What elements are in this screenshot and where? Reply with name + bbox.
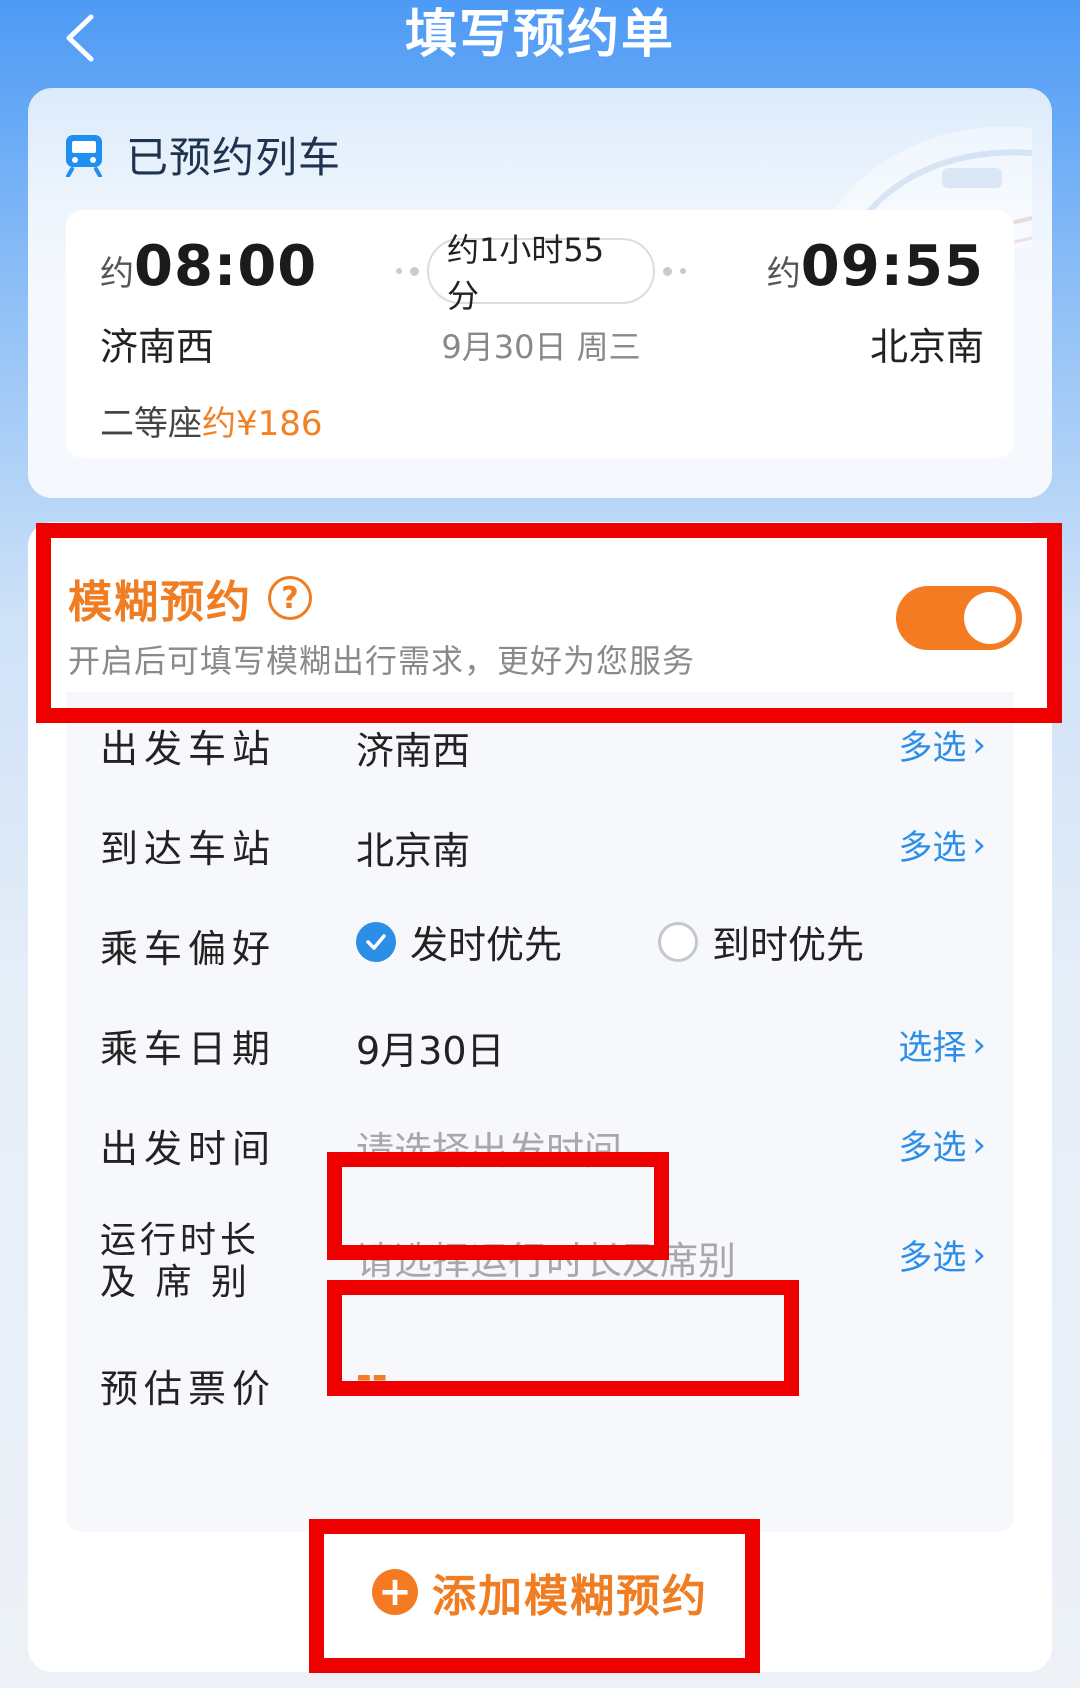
duration-seat-label-line2: 及 席 别 (100, 1262, 251, 1303)
fuzzy-booking-header: 模糊预约 ? 开启后可填写模糊出行需求，更好为您服务 (28, 522, 1052, 692)
seat-price: 二等座约¥186 (100, 396, 323, 445)
multiselect-label: 多选 (898, 828, 967, 868)
departure-station-multiselect[interactable]: 多选 › (898, 720, 986, 769)
chevron-right-icon: › (972, 824, 986, 865)
duration-seat-label: 运行时长及 席 别 (100, 1220, 260, 1304)
page-title: 填写预约单 (404, 5, 675, 65)
arrive-first-radio[interactable]: 到时优先 (658, 914, 864, 969)
departure-station-label: 出发车站 (100, 727, 277, 771)
arrival-station-value: 北京南 (356, 829, 471, 873)
duration-seat-multiselect[interactable]: 多选 › (898, 1230, 986, 1279)
arrival-station-multiselect[interactable]: 多选 › (898, 820, 986, 869)
departure-time-prefix: 约 (100, 254, 134, 294)
booked-train-label: 已预约列车 (126, 133, 342, 182)
depart-time-multiselect[interactable]: 多选 › (898, 1120, 986, 1169)
estimated-price-row: 预估票价 -- (66, 1332, 1014, 1432)
chevron-right-icon: › (972, 1234, 986, 1275)
duration-seat-placeholder[interactable]: 请选择运行时长及席别 (356, 1230, 736, 1285)
depart-first-label: 发时优先 (410, 923, 563, 967)
booked-train-title: 已预约列车 (64, 124, 341, 185)
depart-time-label: 出发时间 (100, 1127, 277, 1171)
fuzzy-booking-title: 模糊预约 ? (68, 566, 312, 630)
dots-right (663, 266, 686, 276)
add-fuzzy-booking-label: 添加模糊预约 (432, 1571, 708, 1622)
dots-left (396, 266, 419, 276)
ticket-price: 约¥186 (202, 404, 323, 444)
duration-seat-row[interactable]: 运行时长及 席 别 请选择运行时长及席别 多选 › (66, 1192, 1014, 1322)
preference-radio-group: 发时优先 到时优先 (356, 914, 960, 969)
arrival-time-prefix: 约 (766, 254, 801, 294)
fuzzy-booking-toggle[interactable] (896, 586, 1022, 650)
train-icon (66, 134, 102, 177)
preference-row: 乘车偏好 发时优先 到时优先 (66, 892, 1014, 992)
fuzzy-booking-label: 模糊预约 (68, 577, 252, 628)
multiselect-label: 多选 (898, 1238, 967, 1278)
arrival-station-row[interactable]: 到达车站 北京南 多选 › (66, 792, 1014, 892)
booked-train-card: 已预约列车 约08:00 济南西 约1小时55分 9月30日 周三 约09:55… (28, 88, 1052, 498)
toggle-knob (964, 592, 1016, 644)
plus-circle-icon: + (372, 1569, 418, 1615)
depart-time-placeholder[interactable]: 请选择出发时间 (356, 1120, 622, 1175)
departure-time: 约08:00 (100, 234, 317, 299)
check-icon (356, 921, 396, 962)
radio-empty-icon (658, 921, 699, 962)
duration-seat-label-line1: 运行时长 (100, 1220, 261, 1261)
add-fuzzy-booking-button[interactable]: + 添加模糊预约 (28, 1542, 1052, 1642)
train-info: 约08:00 济南西 约1小时55分 9月30日 周三 约09:55 北京南 二… (66, 210, 1014, 458)
select-label: 选择 (898, 1028, 967, 1068)
departure-time-value: 08:00 (134, 234, 318, 299)
fuzzy-booking-form: 出发车站 济南西 多选 › 到达车站 北京南 多选 › 乘车偏好 发时优先 到时优先 (66, 692, 1014, 1532)
travel-date-value: 9月30日 (356, 1029, 505, 1073)
preference-label: 乘车偏好 (100, 927, 277, 971)
travel-date-label: 乘车日期 (100, 1027, 277, 1071)
travel-date-select[interactable]: 选择 › (898, 1020, 986, 1069)
duration-indicator: 约1小时55分 (396, 231, 686, 315)
travel-date: 9月30日 周三 (441, 328, 641, 366)
seat-class: 二等座 (100, 404, 202, 444)
arrive-first-label: 到时优先 (712, 923, 865, 967)
multiselect-label: 多选 (898, 1128, 967, 1168)
estimated-price-value: -- (356, 1354, 388, 1398)
arrival-time-value: 09:55 (800, 234, 984, 299)
chevron-right-icon: › (972, 1124, 986, 1165)
depart-time-row[interactable]: 出发时间 请选择出发时间 多选 › (66, 1092, 1014, 1192)
arrival-time: 约09:55 (767, 234, 984, 299)
question-circle-icon[interactable]: ? (268, 576, 312, 620)
chevron-right-icon: › (972, 1024, 986, 1065)
chevron-right-icon: › (972, 724, 986, 765)
duration-pill: 约1小时55分 (427, 231, 655, 315)
fuzzy-booking-card: 模糊预约 ? 开启后可填写模糊出行需求，更好为您服务 出发车站 济南西 多选 › … (28, 522, 1052, 1672)
arrival-station: 北京南 (869, 325, 984, 369)
depart-first-radio[interactable]: 发时优先 (356, 914, 562, 969)
header-bar: 填写预约单 (0, 0, 1080, 88)
multiselect-label: 多选 (898, 728, 967, 768)
departure-station-row[interactable]: 出发车站 济南西 多选 › (66, 692, 1014, 792)
departure-station: 济南西 (100, 325, 215, 369)
travel-date-row[interactable]: 乘车日期 9月30日 选择 › (66, 992, 1014, 1092)
arrival-station-label: 到达车站 (100, 827, 277, 871)
departure-station-value: 济南西 (356, 729, 471, 773)
estimated-price-label: 预估票价 (100, 1367, 277, 1411)
fuzzy-booking-subtitle: 开启后可填写模糊出行需求，更好为您服务 (68, 642, 696, 680)
